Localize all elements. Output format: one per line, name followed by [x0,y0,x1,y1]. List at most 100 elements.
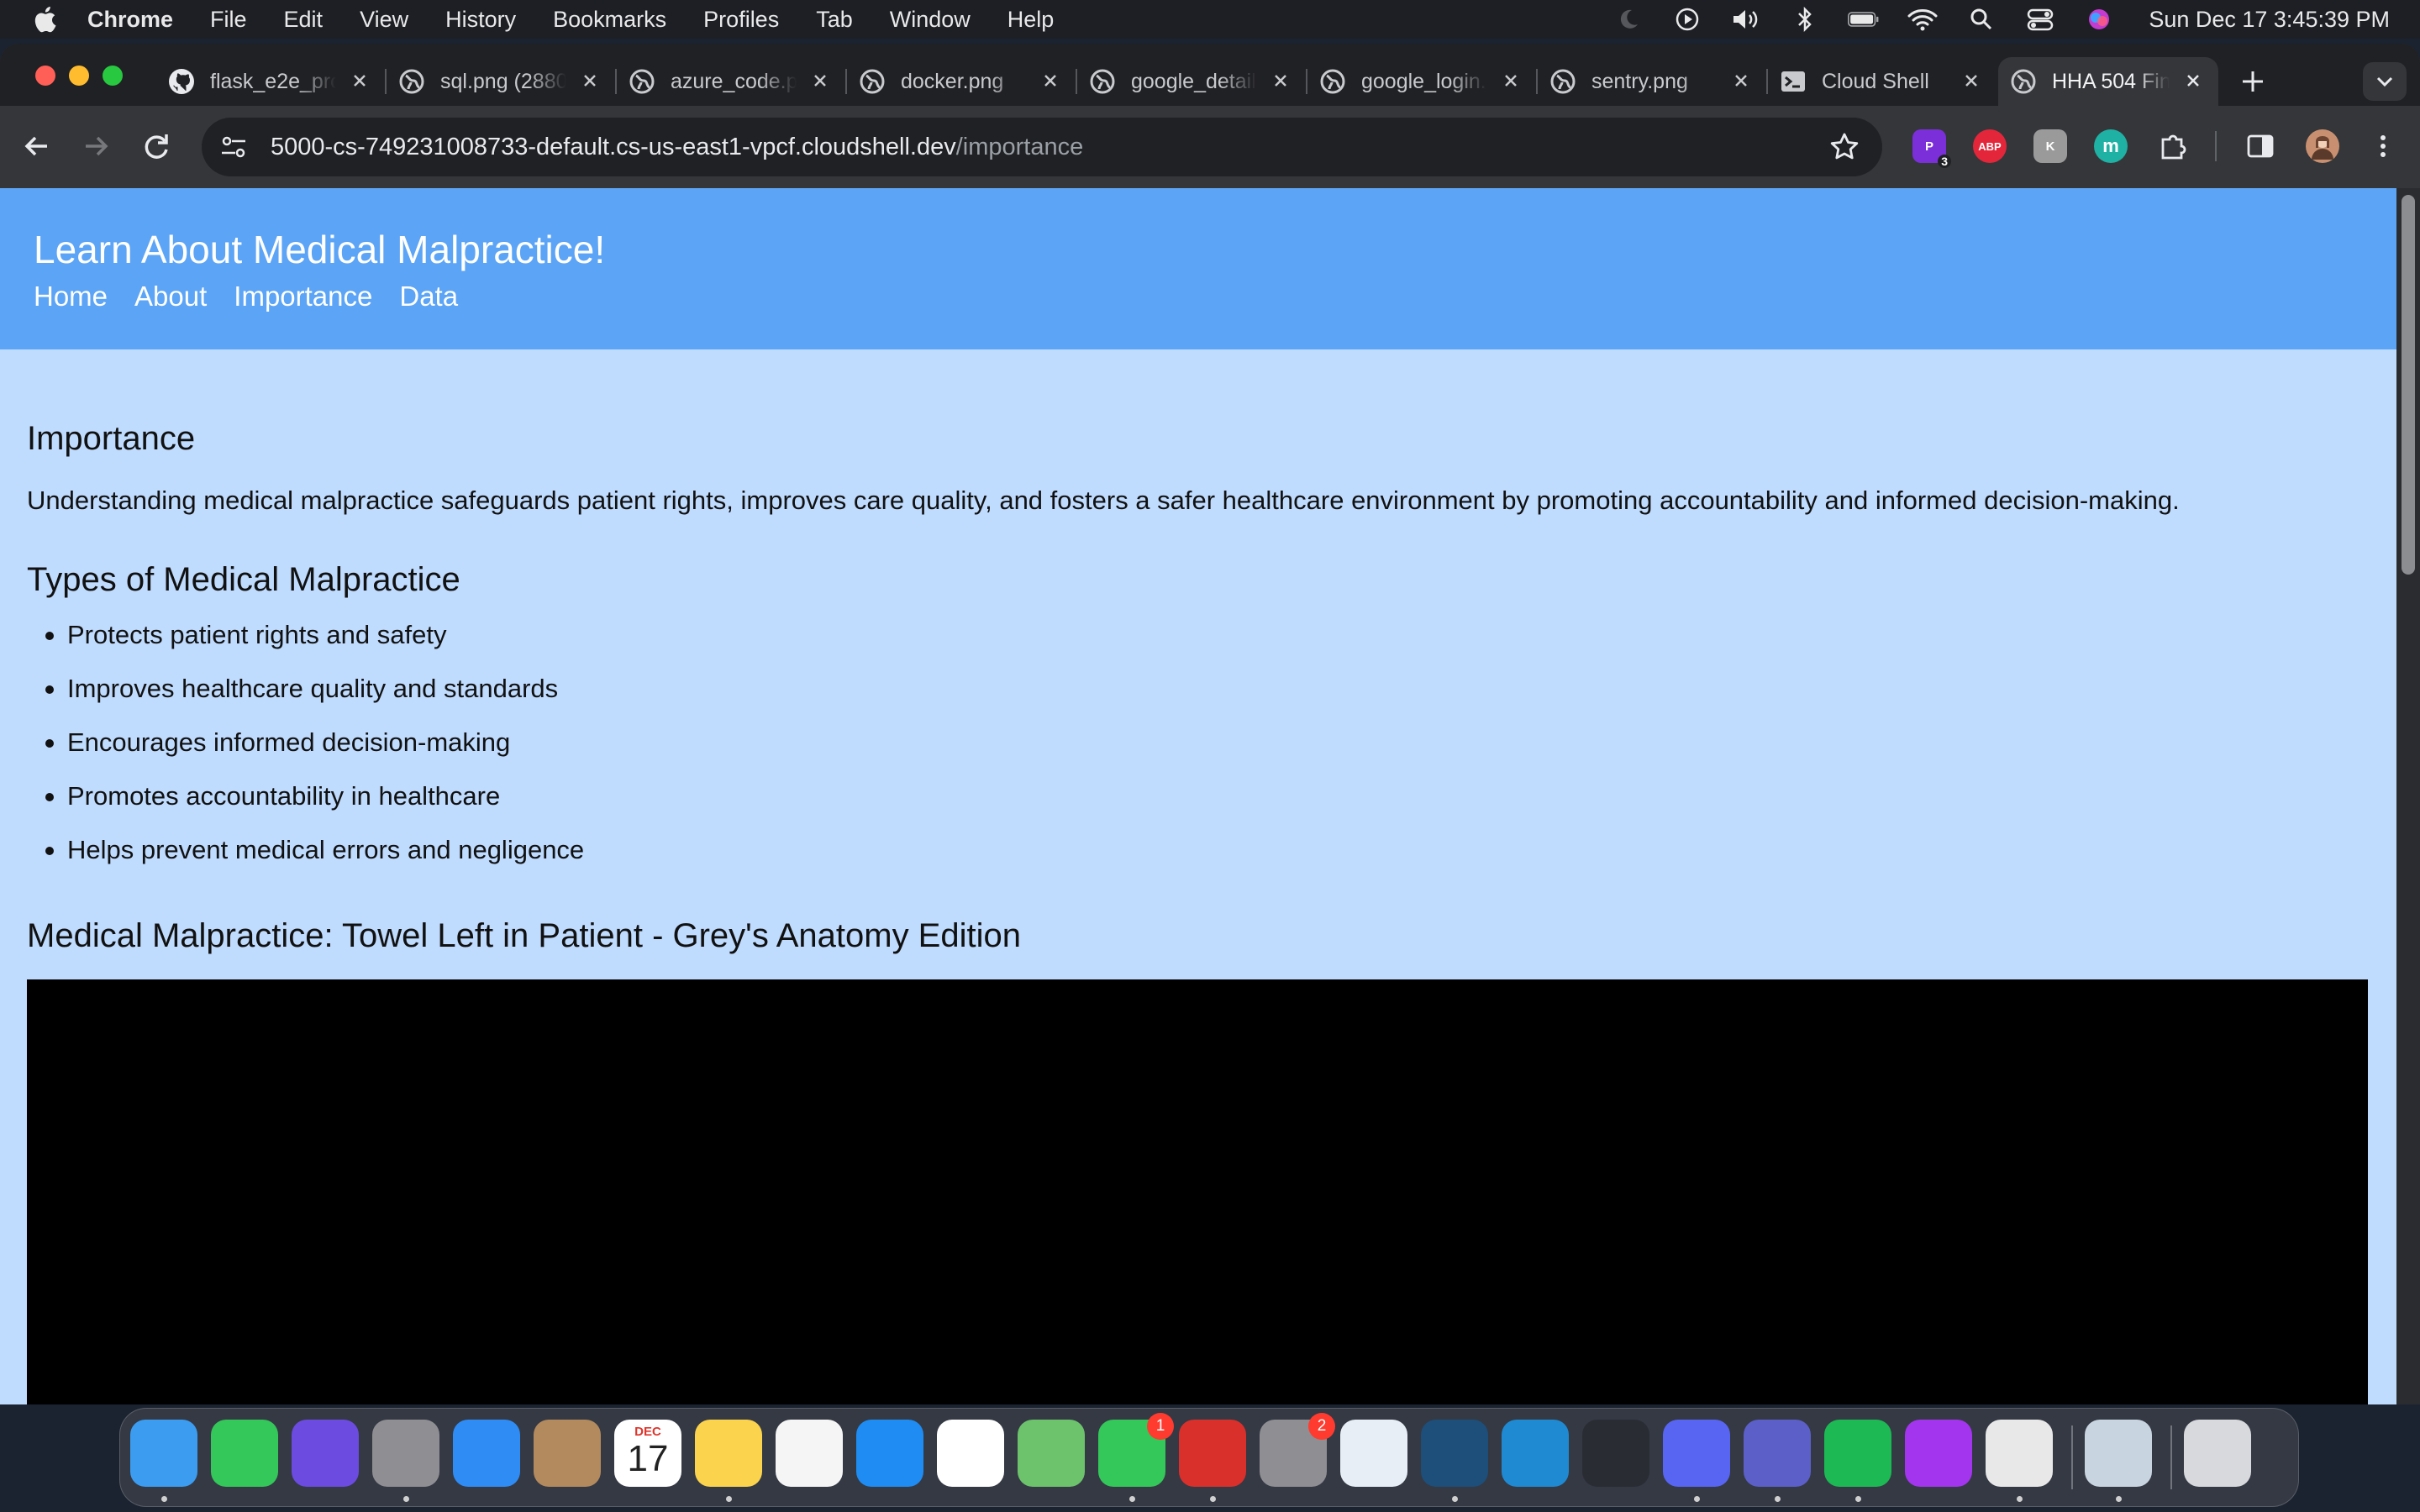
tab-docker[interactable]: docker.png [847,57,1077,106]
menu-view[interactable]: View [360,7,408,33]
tab-google-login[interactable]: google_login.png [1307,57,1538,106]
close-icon[interactable] [578,69,602,92]
moon-icon[interactable] [1612,6,1644,33]
search-icon[interactable] [1965,6,1997,33]
tab-search-button[interactable] [2363,62,2407,101]
notes-icon[interactable] [695,1420,762,1487]
side-panel-icon[interactable] [2244,129,2277,163]
preview-icon[interactable] [2085,1420,2152,1487]
nav-home[interactable]: Home [34,281,108,312]
close-icon[interactable] [348,69,371,92]
nav-data[interactable]: Data [399,281,458,312]
running-indicator [1452,1496,1458,1502]
close-icon[interactable] [2181,69,2205,92]
messages-icon[interactable]: 1 [1098,1413,1174,1487]
page-viewport: Learn About Medical Malpractice! Home Ab… [0,188,2396,1404]
nav-importance[interactable]: Importance [234,281,372,312]
mail-icon[interactable] [453,1420,520,1487]
maps-icon[interactable] [1018,1420,1085,1487]
control-center-icon[interactable] [2024,6,2056,33]
globe-icon [629,69,655,94]
menu-history[interactable]: History [445,7,516,33]
freeform-icon[interactable] [776,1420,843,1487]
extension-badge: 3 [1938,155,1951,168]
close-icon[interactable] [1269,69,1292,92]
volume-icon[interactable] [1730,6,1762,33]
nav-about[interactable]: About [134,281,207,312]
menu-tab[interactable]: Tab [816,7,853,33]
battery-icon[interactable] [1848,6,1880,33]
spotify-icon[interactable] [1824,1420,1891,1487]
play-icon[interactable] [1671,6,1703,33]
help-icon[interactable] [1582,1420,1649,1487]
finder-icon[interactable] [130,1420,197,1487]
siri-icon[interactable] [292,1420,359,1487]
siri-icon[interactable] [2083,6,2115,33]
menu-help[interactable]: Help [1007,7,1055,33]
menu-file[interactable]: File [210,7,247,33]
scrollbar-thumb[interactable] [2402,195,2415,575]
launchpad-icon[interactable] [372,1420,439,1487]
menu-kebab-icon[interactable] [2366,129,2400,163]
wifi-icon[interactable] [1907,6,1939,33]
close-icon[interactable] [1960,69,1983,92]
photo-booth-icon[interactable] [1179,1420,1246,1487]
address-bar[interactable]: 5000-cs-749231008733-default.cs-us-east1… [202,118,1882,176]
reload-icon[interactable] [136,126,176,166]
tab-cloud-shell[interactable]: Cloud Shell [1768,57,1996,106]
tab-hha-504-final[interactable]: HHA 504 Final [1998,57,2218,106]
menu-bookmarks[interactable]: Bookmarks [553,7,666,33]
forward-icon[interactable] [76,126,116,166]
minimize-window-button[interactable] [69,66,89,86]
discord-icon[interactable] [1663,1420,1730,1487]
zoom-window-button[interactable] [103,66,123,86]
messenger-icon[interactable] [1905,1420,1972,1487]
menu-window[interactable]: Window [890,7,971,33]
m-extension-icon[interactable]: m [2094,129,2128,163]
menu-profiles[interactable]: Profiles [703,7,779,33]
close-icon[interactable] [808,69,832,92]
apple-icon[interactable] [32,5,57,34]
app-store-icon[interactable] [856,1420,923,1487]
close-icon[interactable] [1499,69,1523,92]
address-url[interactable]: 5000-cs-749231008733-default.cs-us-east1… [271,134,1083,161]
trash-icon[interactable] [2184,1420,2251,1487]
facetime-icon[interactable] [211,1420,278,1487]
page-scrollbar[interactable] [2396,188,2420,1404]
teams-icon[interactable] [1744,1420,1811,1487]
bluetooth-icon[interactable] [1789,6,1821,33]
tableau-icon[interactable] [1340,1420,1407,1487]
close-icon[interactable] [1039,69,1062,92]
bookmark-star-icon[interactable] [1828,131,1860,163]
adblock-plus-icon[interactable]: ABP [1973,129,2007,163]
chrome-icon[interactable] [1986,1420,2053,1487]
menu-bar: Chrome File Edit View History Bookmarks … [0,0,2420,39]
globe-icon [1090,69,1115,94]
menu-app-name[interactable]: Chrome [87,7,173,33]
mysql-workbench-icon[interactable] [1421,1420,1488,1487]
calendar-icon[interactable]: DEC 17 [614,1420,681,1487]
k-extension-icon[interactable]: K [2033,129,2067,163]
contacts-icon[interactable] [534,1420,601,1487]
tab-google-details[interactable]: google_details.png [1077,57,1307,106]
tab-sentry[interactable]: sentry.png [1538,57,1768,106]
back-icon[interactable] [17,126,57,166]
close-icon[interactable] [1729,69,1753,92]
vscode-icon[interactable] [1502,1420,1569,1487]
tab-sql-png[interactable]: sql.png (2880×1800) [387,57,617,106]
close-window-button[interactable] [35,66,55,86]
system-settings-icon[interactable]: 2 [1260,1413,1335,1487]
extensions-puzzle-icon[interactable] [2156,129,2190,163]
profile-avatar[interactable] [2306,129,2339,163]
extension-label: P [1924,139,1933,154]
site-nav: Home About Importance Data [34,281,485,312]
menu-clock[interactable]: Sun Dec 17 3:45:39 PM [2149,7,2390,33]
new-tab-icon[interactable] [2235,64,2270,99]
site-settings-icon[interactable] [217,130,250,164]
menu-edit[interactable]: Edit [284,7,324,33]
reminders-icon[interactable] [937,1420,1004,1487]
embedded-video[interactable] [27,979,2368,1404]
tab-flask-e2e[interactable]: flask_e2e_project [156,57,387,106]
p-extension-icon[interactable]: P3 [1912,129,1951,168]
tab-azure-code[interactable]: azure_code.png [617,57,847,106]
